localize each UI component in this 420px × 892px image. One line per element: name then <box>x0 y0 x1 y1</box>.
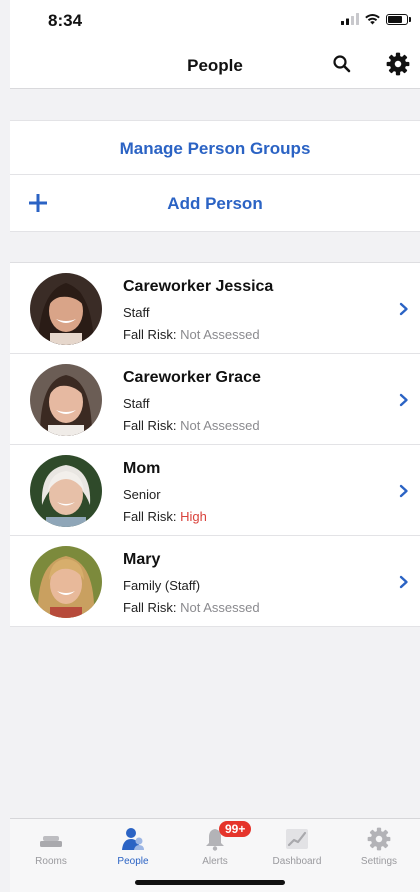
fall-risk-label: Fall Risk: <box>123 327 177 342</box>
chevron-right-icon <box>399 484 408 498</box>
fall-risk-value: Not Assessed <box>180 600 260 615</box>
search-icon[interactable] <box>330 52 354 76</box>
person-role: Staff <box>123 305 150 320</box>
manage-person-groups-label: Manage Person Groups <box>119 139 311 158</box>
manage-person-groups-button[interactable]: Manage Person Groups <box>10 120 420 175</box>
tab-label: Dashboard <box>272 856 322 867</box>
people-icon <box>122 828 144 850</box>
app-screen: 8:34 People Manage Person Groups Add Per… <box>10 0 420 892</box>
navigation-bar: People <box>10 40 420 89</box>
fall-risk-label: Fall Risk: <box>123 600 177 615</box>
chevron-right-icon <box>399 302 408 316</box>
fall-risk-value: Not Assessed <box>180 418 260 433</box>
person-row-careworker-grace[interactable]: Careworker Grace Staff Fall Risk: Not As… <box>10 354 420 445</box>
person-row-mary[interactable]: Mary Family (Staff) Fall Risk: Not Asses… <box>10 536 420 627</box>
person-role: Family (Staff) <box>123 578 201 593</box>
gear-icon[interactable] <box>385 51 411 77</box>
fall-risk-value: Not Assessed <box>180 327 260 342</box>
section-spacer <box>10 90 420 120</box>
tab-label: Rooms <box>35 856 67 867</box>
section-spacer <box>10 232 420 262</box>
add-person-button[interactable]: Add Person <box>10 175 420 232</box>
tab-rooms[interactable]: Rooms <box>10 819 92 879</box>
person-name: Mary <box>123 551 161 568</box>
person-role: Staff <box>123 396 150 411</box>
tab-label: Settings <box>360 856 398 867</box>
tab-settings[interactable]: Settings <box>338 819 420 879</box>
person-row-careworker-jessica[interactable]: Careworker Jessica Staff Fall Risk: Not … <box>10 263 420 354</box>
home-indicator <box>135 880 285 885</box>
chart-icon <box>286 829 308 849</box>
fall-risk-label: Fall Risk: <box>123 418 177 433</box>
fall-risk: Fall Risk: Not Assessed <box>123 600 260 615</box>
fall-risk-value: High <box>180 509 207 524</box>
gear-icon <box>367 827 391 851</box>
fall-risk: Fall Risk: Not Assessed <box>123 418 260 433</box>
avatar <box>30 455 102 527</box>
tab-people[interactable]: People <box>92 819 174 879</box>
fall-risk: Fall Risk: Not Assessed <box>123 327 260 342</box>
avatar <box>30 273 102 345</box>
person-name: Careworker Grace <box>123 369 261 386</box>
person-role: Senior <box>123 487 161 502</box>
tab-label: People <box>117 856 149 867</box>
cellular-signal-icon <box>341 13 359 25</box>
wifi-icon <box>365 14 380 25</box>
person-name: Mom <box>123 460 161 477</box>
status-icons <box>341 13 411 25</box>
avatar <box>30 364 102 436</box>
person-row-mom[interactable]: Mom Senior Fall Risk: High <box>10 445 420 536</box>
person-name: Careworker Jessica <box>123 278 274 295</box>
tab-dashboard[interactable]: Dashboard <box>256 819 338 879</box>
chevron-right-icon <box>399 575 408 589</box>
fall-risk-label: Fall Risk: <box>123 509 177 524</box>
chevron-right-icon <box>399 393 408 407</box>
add-person-label: Add Person <box>167 194 263 213</box>
tab-label: Alerts <box>202 856 228 867</box>
alerts-badge: 99+ <box>219 821 252 837</box>
battery-icon <box>386 13 411 25</box>
status-bar: 8:34 <box>10 0 420 40</box>
status-time: 8:34 <box>48 11 83 30</box>
page-title: People <box>187 56 243 75</box>
fall-risk: Fall Risk: High <box>123 509 207 524</box>
avatar <box>30 546 102 618</box>
bed-icon <box>40 836 62 847</box>
people-list: Careworker Jessica Staff Fall Risk: Not … <box>10 262 420 627</box>
tab-alerts[interactable]: 99+ Alerts <box>174 819 256 879</box>
